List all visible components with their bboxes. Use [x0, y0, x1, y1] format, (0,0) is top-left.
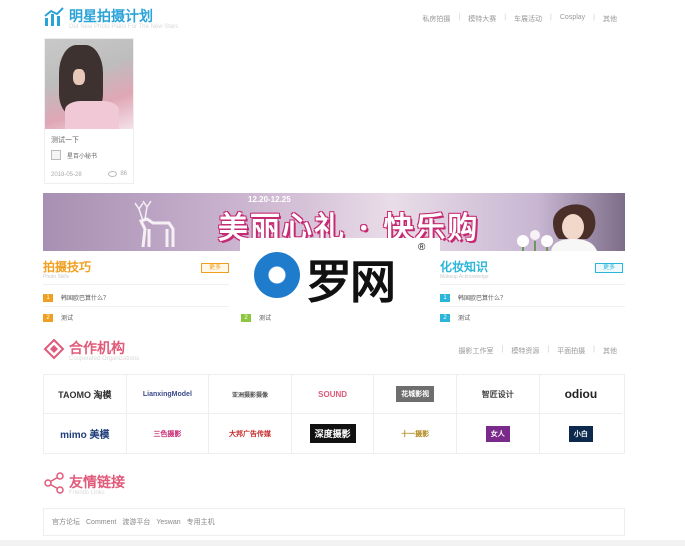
makeup-subtitle: Makeup Acknowledge	[440, 274, 489, 280]
deer-illustration	[134, 200, 175, 248]
nav-item-print-shoot[interactable]: 平面拍摄	[549, 346, 593, 356]
photo-skills-title: 拍摄技巧	[43, 260, 92, 274]
list-item[interactable]: 1 韩国欧巴算什么？	[43, 293, 109, 302]
nav-item-studio[interactable]: 摄影工作室	[451, 346, 502, 356]
avatar	[51, 150, 61, 160]
stars-section-nav: 私房拍摄 | 模特大赛 | 车展活动 | Cosplay | 其他	[414, 14, 625, 24]
photo-card[interactable]: 测试一下 星百小秘书 2018-05-28 86	[44, 38, 134, 184]
card-author[interactable]: 星百小秘书	[51, 150, 97, 160]
friend-link[interactable]: 官方论坛	[52, 517, 80, 527]
rank-badge: 1	[440, 293, 450, 302]
partner-logo[interactable]: 亚洲摄影摄像	[209, 375, 292, 414]
photo-skills-header: 拍摄技巧 Photo Skills 更多	[43, 258, 229, 282]
nav-item-other[interactable]: 其他	[595, 346, 625, 356]
partner-logo[interactable]: 大邦广告传媒	[209, 414, 292, 453]
partners-section-header: 合作机构 Cooperated Organizations 摄影工作室 | 模特资…	[43, 338, 625, 368]
friend-link[interactable]: Yeswan	[156, 519, 180, 526]
bar-chart-icon	[44, 7, 64, 26]
partner-logo[interactable]: 小白	[540, 414, 623, 453]
nav-item-auto-show[interactable]: 车展活动	[506, 14, 550, 24]
card-views: 86	[108, 171, 127, 177]
friend-link[interactable]: Comment	[86, 519, 116, 526]
links-section-title: 友情链接	[69, 474, 125, 490]
aperture-icon	[254, 252, 300, 298]
partner-logo[interactable]: SOUND	[291, 375, 375, 414]
partner-logo[interactable]: 三色摄影	[127, 414, 210, 453]
card-photo[interactable]	[45, 39, 133, 129]
partner-logo[interactable]: 女人	[457, 414, 540, 453]
friend-links: 官方论坛 Comment 渡游平台 Yeswan 专用主机	[43, 508, 625, 536]
list-item-text: 韩国欧巴算什么？	[61, 296, 110, 302]
makeup-title: 化妆知识	[440, 260, 489, 274]
links-section-header: 友情链接 Friends Links	[43, 472, 625, 502]
nav-item-cosplay[interactable]: Cosplay	[552, 14, 593, 24]
makeup-more-button[interactable]: 更多	[595, 263, 623, 273]
partner-logo[interactable]: odiou	[539, 375, 623, 414]
card-title[interactable]: 测试一下	[51, 135, 79, 145]
partner-logo[interactable]: LianxingModel	[126, 375, 210, 414]
nav-item-other[interactable]: 其他	[595, 14, 625, 24]
list-item[interactable]: 1 韩国欧巴算什么？	[440, 293, 506, 302]
partners-section-subtitle: Cooperated Organizations	[69, 356, 140, 362]
friend-link[interactable]: 专用主机	[187, 517, 215, 527]
page-footer-edge	[0, 540, 685, 546]
partners-grid: TAOMO 淘模 LianxingModel 亚洲摄影摄像 SOUND 花城影视…	[43, 374, 625, 454]
list-item[interactable]: 2 测试	[241, 313, 271, 322]
model-illustration	[551, 204, 597, 251]
partner-logo[interactable]: 深度摄影	[292, 414, 375, 453]
rank-badge: 1	[43, 293, 53, 302]
links-section-subtitle: Friends Links	[69, 490, 105, 496]
card-date: 2018-05-28	[51, 172, 82, 178]
card-author-name: 星百小秘书	[67, 153, 98, 160]
photo-skills-more-button[interactable]: 更多	[201, 263, 229, 273]
eye-icon	[108, 171, 118, 177]
rank-badge: 2	[43, 313, 53, 322]
watermark-logo: 罗网 ®	[240, 238, 440, 309]
list-item[interactable]: 2 测试	[43, 313, 73, 322]
stars-section-title: 明星拍摄计划	[69, 8, 153, 24]
partner-logo[interactable]: mimo 美模	[44, 414, 127, 453]
friend-link[interactable]: 渡游平台	[122, 517, 150, 527]
list-item-text: 测试	[61, 316, 74, 322]
partners-section-nav: 摄影工作室 | 模特资源 | 平面拍摄 | 其他	[451, 346, 625, 356]
photo-skills-subtitle: Photo Skills	[43, 274, 70, 280]
share-icon	[44, 472, 64, 494]
partner-logo[interactable]: 十一摄影	[374, 414, 457, 453]
rank-badge: 2	[440, 313, 450, 322]
list-item-text: 测试	[259, 316, 272, 322]
list-item[interactable]: 2 测试	[440, 313, 470, 322]
nav-item-model-resource[interactable]: 模特资源	[503, 346, 547, 356]
rank-badge: 2	[241, 313, 251, 322]
partner-logo[interactable]: TAOMO 淘模	[44, 375, 127, 414]
nav-item-model-contest[interactable]: 模特大赛	[460, 14, 504, 24]
list-item-text: 韩国欧巴算什么？	[458, 296, 507, 302]
partner-logo[interactable]: 智匠设计	[457, 375, 540, 414]
nav-item-boudoir[interactable]: 私房拍摄	[414, 14, 458, 24]
partners-section-title: 合作机构	[69, 340, 125, 356]
card-views-count: 86	[120, 171, 127, 177]
stars-section-subtitle: Out New Photo Plans For The New Stars	[69, 24, 179, 30]
diamond-icon	[43, 338, 65, 360]
partner-logo[interactable]: 花城影视	[374, 375, 457, 414]
makeup-header: 化妆知识 Makeup Acknowledge 更多	[440, 258, 625, 282]
registered-mark: ®	[418, 242, 426, 253]
watermark-text: 罗网	[306, 255, 396, 309]
list-item-text: 测试	[458, 316, 471, 322]
stars-section-header: 明星拍摄计划 Out New Photo Plans For The New S…	[43, 6, 625, 36]
